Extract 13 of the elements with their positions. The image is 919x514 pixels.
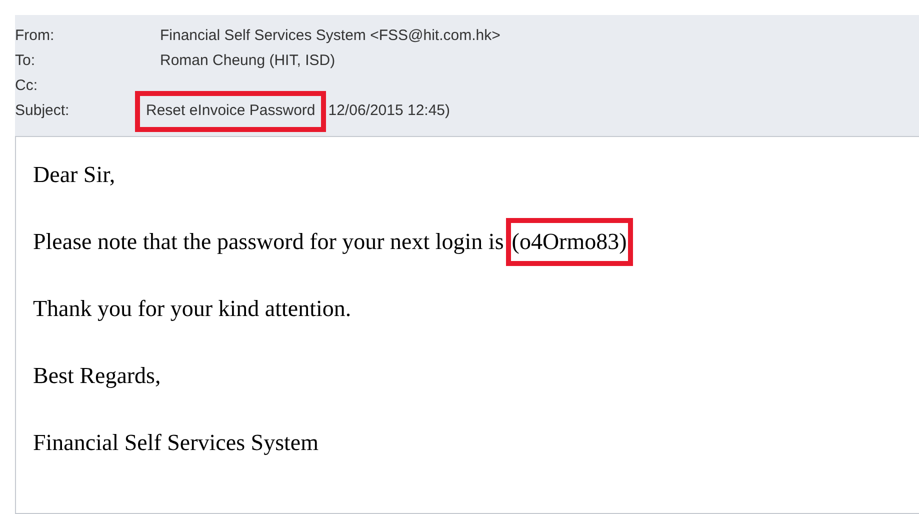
password-text: (o4Ormo83)	[506, 218, 633, 266]
sent-time: 12/06/2015 12:45)	[328, 101, 450, 122]
field-value: Financial Self Services System <FSS@hit.com.hk>	[160, 26, 500, 46]
body-paragraph: Please note that the password for your next login is	[33, 228, 504, 256]
highlighted-subject: Reset eInvoice Password	[135, 91, 326, 132]
body-paragraph: Thank you for your kind attention.	[33, 294, 352, 323]
field-label: From:	[15, 26, 56, 46]
field-value: Roman Cheung (HIT, ISD)	[160, 51, 336, 72]
body-paragraph: Financial Self Services System	[33, 428, 319, 457]
body-paragraph: Dear Sir,	[33, 160, 116, 189]
field-label: To:	[15, 51, 36, 72]
field-label: Cc:	[15, 76, 38, 96]
body-paragraph: Best Regards,	[33, 362, 161, 390]
